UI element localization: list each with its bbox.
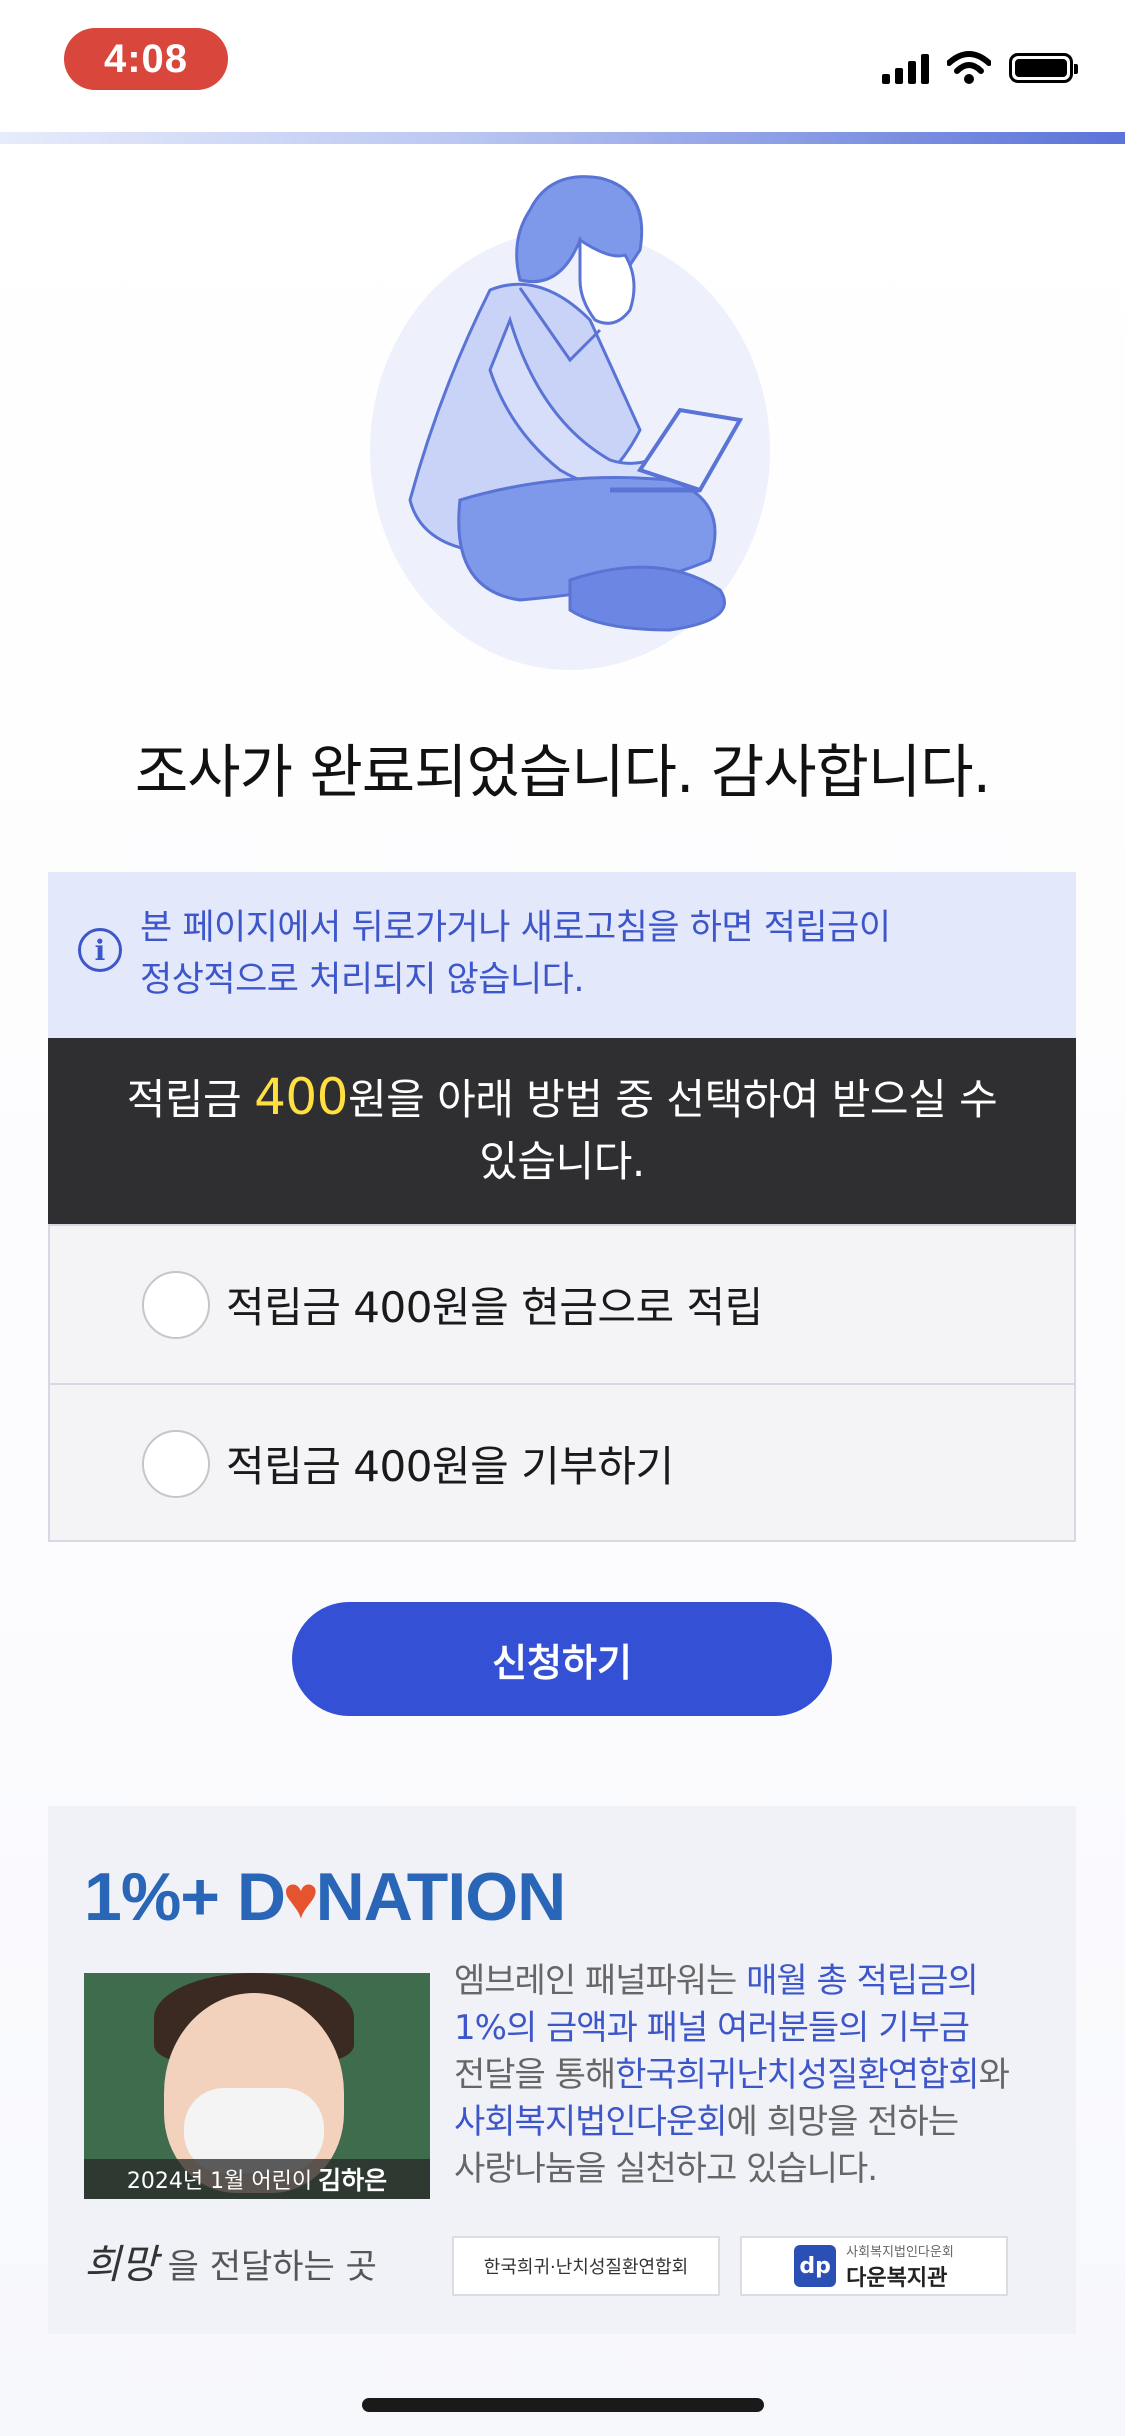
status-icons xyxy=(882,48,1078,88)
radio-button-donate[interactable] xyxy=(142,1429,210,1498)
radio-button-cash[interactable] xyxy=(142,1270,210,1339)
option-cash[interactable]: 적립금 400원을 현금으로 적립 xyxy=(50,1226,1074,1385)
partner-logo-daun: dp 사회복지법인다운회 다운복지관 xyxy=(740,2236,1008,2296)
home-indicator[interactable] xyxy=(362,2398,764,2412)
reward-line-2: 있습니다. xyxy=(479,1137,645,1186)
partner1-text: 한국희귀·난치성질환연합회 xyxy=(483,2257,689,2278)
reward-line-1: 적립금 400원을 아래 방법 중 선택하여 받으실 수 xyxy=(48,1066,1076,1131)
option-donate[interactable]: 적립금 400원을 기부하기 xyxy=(50,1385,1074,1542)
donation-banner[interactable]: 1%+ D ♥ NATION 2024년 1월 어린이 김하은 엠브레인 패널파워는… xyxy=(48,1806,1076,2334)
person-with-laptop-illustration xyxy=(370,175,770,670)
reward-message: 적립금 400원을 아래 방법 중 선택하여 받으실 수 있습니다. xyxy=(48,1038,1076,1224)
donation-logo-left: 1%+ D xyxy=(84,1859,286,1935)
wifi-icon xyxy=(947,51,991,84)
notice-line-1: 본 페이지에서 뒤로가거나 새로고침을 하면 적립금이 xyxy=(140,908,891,948)
partner2-sub: 사회복지법인다운회 xyxy=(846,2244,954,2260)
option-label-donate: 적립금 400원을 기부하기 xyxy=(226,1442,674,1491)
child-photo: 2024년 1월 어린이 김하은 xyxy=(84,1973,430,2199)
donation-logo: 1%+ D ♥ NATION xyxy=(84,1858,567,1936)
donation-logo-right: NATION xyxy=(315,1859,567,1935)
notice-line-2: 정상적으로 처리되지 않습니다. xyxy=(140,960,584,1000)
photo-caption-prefix: 2024년 1월 어린이 xyxy=(126,2169,313,2194)
status-time: 4:08 xyxy=(64,28,228,90)
dp-logo-icon: dp xyxy=(794,2245,837,2287)
heart-icon: ♥ xyxy=(283,1863,319,1931)
reward-suffix: 원을 아래 방법 중 선택하여 받으실 수 xyxy=(348,1075,998,1124)
partner2-name: 다운복지관 xyxy=(846,2265,948,2291)
progress-strip xyxy=(0,132,1125,144)
hope-tagline: 희망 을 전달하는 곳 xyxy=(84,2232,377,2290)
hope-script: 희망 xyxy=(84,2242,158,2288)
status-bar: 4:08 xyxy=(0,0,1125,130)
photo-caption-name: 김하은 xyxy=(318,2166,388,2195)
reward-options: 적립금 400원을 현금으로 적립 적립금 400원을 기부하기 xyxy=(48,1224,1076,1542)
signal-icon xyxy=(882,52,929,84)
submit-button[interactable]: 신청하기 xyxy=(292,1602,832,1716)
partner-logo-rare-disease: 한국희귀·난치성질환연합회 xyxy=(452,2236,720,2296)
warning-notice: i 본 페이지에서 뒤로가거나 새로고침을 하면 적립금이 정상적으로 처리되지… xyxy=(48,872,1076,1038)
reward-prefix: 적립금 xyxy=(126,1075,255,1124)
battery-icon xyxy=(1009,53,1078,83)
hope-text: 을 전달하는 곳 xyxy=(167,2247,377,2287)
option-label-cash: 적립금 400원을 현금으로 적립 xyxy=(226,1283,763,1332)
notice-text: 본 페이지에서 뒤로가거나 새로고침을 하면 적립금이 정상적으로 처리되지 않… xyxy=(140,902,891,1006)
photo-caption: 2024년 1월 어린이 김하은 xyxy=(84,2159,430,2199)
donation-description: 엠브레인 패널파워는 매월 총 적립금의 1%의 금액과 패널 여러분들의 기부… xyxy=(454,1961,1010,2189)
info-icon: i xyxy=(78,928,122,972)
completion-title: 조사가 완료되었습니다. 감사합니다. xyxy=(134,738,991,806)
reward-amount: 400 xyxy=(254,1068,348,1126)
